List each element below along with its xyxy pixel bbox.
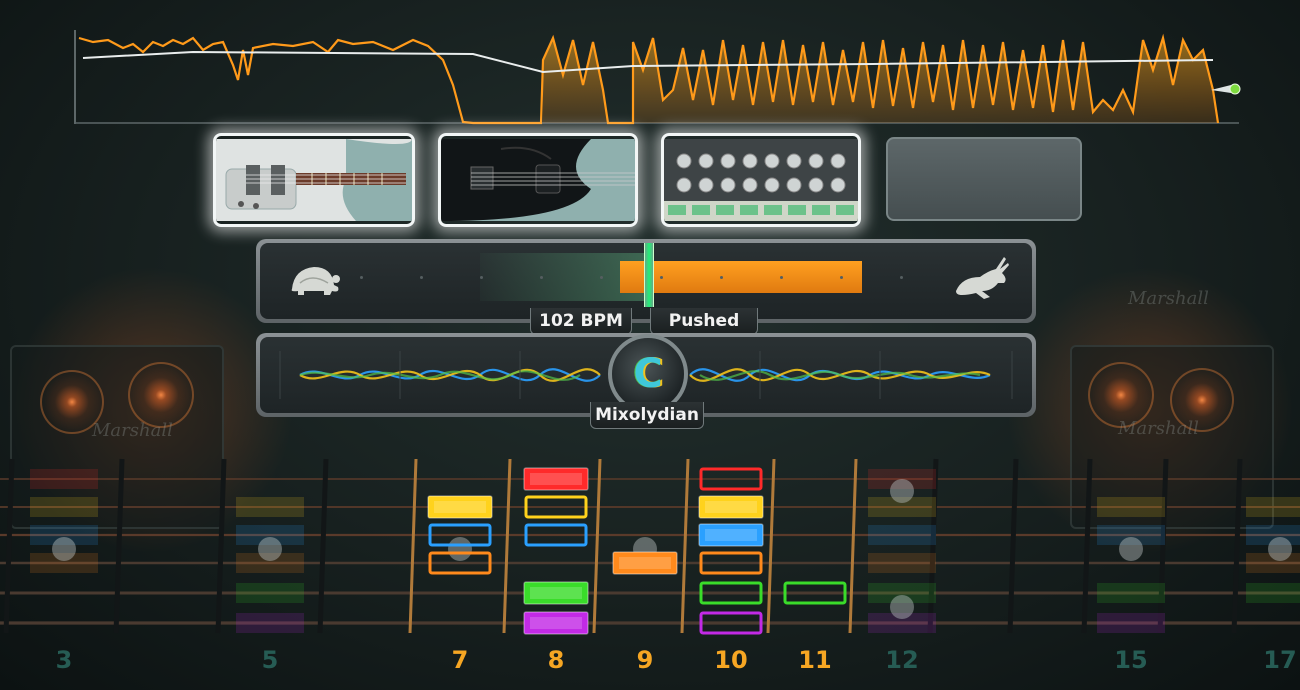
amp-logo-right-top: Marshall: [1128, 288, 1209, 309]
ghost-note-fret-5-string-2: [236, 497, 304, 517]
instrument-empty-slot[interactable]: [886, 137, 1082, 221]
fret-wire-4: [317, 458, 329, 634]
bass-guitar-icon: [441, 139, 635, 221]
fret-number-8: 8: [547, 646, 565, 674]
fret-wire-9: [766, 458, 776, 634]
note-marker-fret-9-string-4[interactable]: [612, 551, 678, 575]
fret-inlay-dot-8: [1268, 537, 1292, 561]
fret-number-7: 7: [451, 646, 469, 674]
ghost-note-fret-5-string-6: [236, 613, 304, 633]
ghost-note-fret-12-string-4: [868, 553, 936, 573]
fret-wire-15: [1231, 458, 1243, 634]
playhead-dot: [1229, 83, 1241, 95]
song-history-graph: [74, 30, 1241, 125]
fret-wire-8: [680, 458, 690, 634]
drum-machine-icon: [664, 139, 858, 221]
note-marker-fret-7-string-2[interactable]: [427, 495, 493, 519]
fret-wire-10: [848, 458, 858, 634]
fret-wire-1: [3, 458, 15, 634]
fret-number-10: 10: [714, 646, 748, 674]
amp-logo-left: Marshall: [92, 420, 173, 441]
turtle-icon[interactable]: [284, 261, 342, 299]
key-root-letter: C: [633, 351, 663, 397]
fret-wire-5: [408, 458, 418, 634]
fret-number-9: 9: [636, 646, 654, 674]
amp-logo-right: Marshall: [1118, 418, 1199, 439]
fret-inlay-dot-2: [258, 537, 282, 561]
instrument-guitar-thumb[interactable]: [213, 133, 415, 227]
tempo-slider-handle[interactable]: [644, 243, 654, 307]
fret-inlay-dot-6: [890, 595, 914, 619]
note-marker-fret-8-string-1[interactable]: [523, 467, 589, 491]
fret-number-11: 11: [798, 646, 832, 674]
ghost-note-fret-17-string-2: [1246, 497, 1300, 517]
ghost-note-fret-17-string-5: [1246, 583, 1300, 603]
instrument-bass-thumb[interactable]: [438, 133, 638, 227]
ghost-note-fret-15-string-2: [1097, 497, 1165, 517]
ghost-note-fret-12-string-3: [868, 525, 936, 545]
note-marker-fret-10-string-3[interactable]: [698, 523, 764, 547]
fret-number-12: 12: [885, 646, 919, 674]
fret-wire-6: [502, 458, 512, 634]
fret-wire-13: [1081, 458, 1093, 634]
fret-wire-12: [1007, 458, 1019, 634]
tempo-feel-readout: Pushed: [650, 308, 758, 335]
fret-number-5: 5: [261, 646, 279, 674]
fret-number-15: 15: [1114, 646, 1148, 674]
fret-number-3: 3: [55, 646, 73, 674]
note-marker-fret-10-string-2[interactable]: [698, 495, 764, 519]
fret-inlay-dot-1: [52, 537, 76, 561]
fret-inlay-dot-5: [890, 479, 914, 503]
note-marker-fret-8-string-6[interactable]: [523, 611, 589, 635]
ghost-note-fret-3-string-2: [30, 497, 98, 517]
ghost-note-fret-15-string-6: [1097, 613, 1165, 633]
electric-guitar-icon: [216, 139, 412, 221]
fret-number-17: 17: [1263, 646, 1297, 674]
fret-wire-7: [592, 458, 602, 634]
note-marker-fret-8-string-5[interactable]: [523, 581, 589, 605]
tempo-slider-panel[interactable]: [256, 239, 1036, 323]
fret-wire-14: [1157, 458, 1169, 634]
ghost-note-fret-5-string-5: [236, 583, 304, 603]
instrument-drums-thumb[interactable]: [661, 133, 861, 227]
fret-inlay-dot-3: [448, 537, 472, 561]
ghost-note-fret-3-string-1: [30, 469, 98, 489]
bpm-readout: 102 BPM: [530, 308, 632, 335]
fret-wire-3: [215, 458, 227, 634]
ghost-note-fret-15-string-5: [1097, 583, 1165, 603]
scale-name-readout: Mixolydian: [590, 402, 704, 429]
rabbit-icon[interactable]: [952, 257, 1012, 301]
fret-inlay-dot-7: [1119, 537, 1143, 561]
speaker-left-2: [128, 362, 194, 428]
fret-wire-2: [113, 458, 125, 634]
